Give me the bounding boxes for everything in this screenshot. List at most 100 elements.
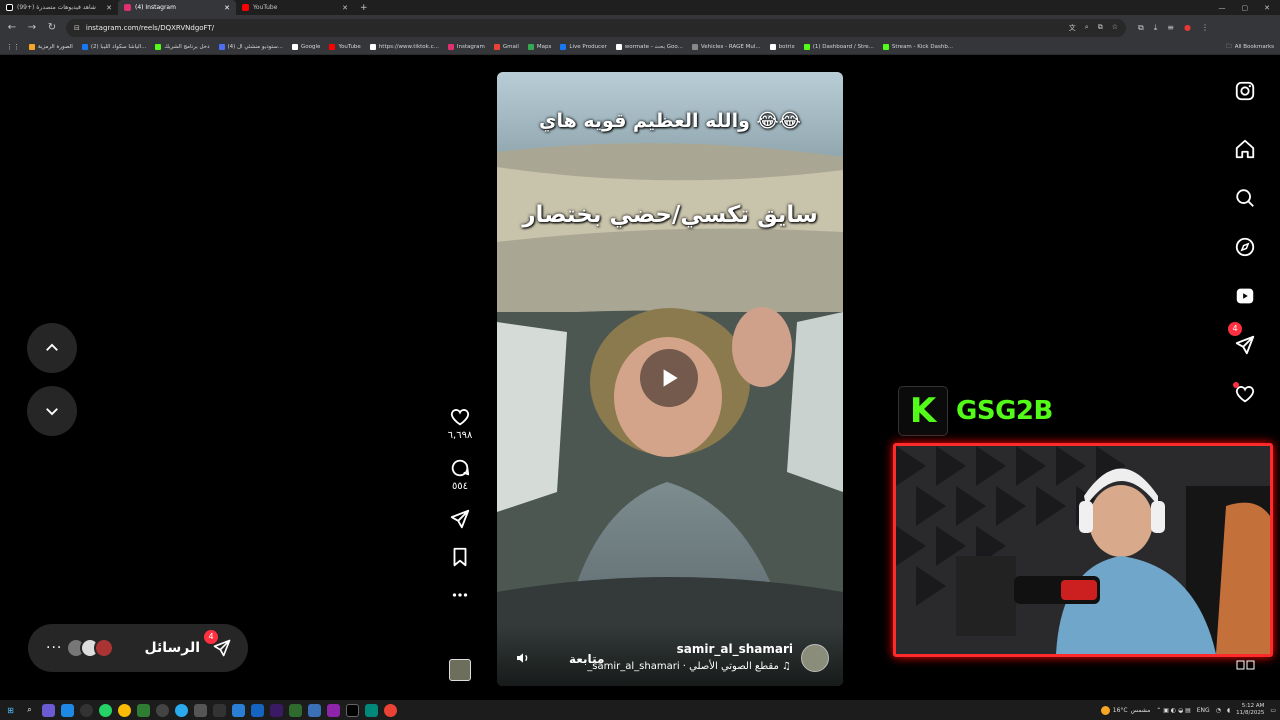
- back-icon[interactable]: ←: [6, 22, 18, 33]
- weather-widget[interactable]: 16°C مشمس: [1100, 705, 1150, 715]
- notification-badge: 4: [204, 630, 218, 644]
- sidebar-item-notifications[interactable]: [1230, 379, 1260, 409]
- app-icon[interactable]: [137, 703, 150, 717]
- bookmark-item[interactable]: (2) الياشا سكواد الليبا...: [81, 44, 146, 50]
- bookmark-favicon-icon: [527, 44, 534, 50]
- instagram-logo[interactable]: [1230, 76, 1260, 106]
- bookmark-item[interactable]: (4) ستوديو منشئي ال...: [218, 44, 283, 50]
- volume-icon[interactable]: ◖: [1227, 707, 1230, 714]
- app-icon[interactable]: [42, 703, 55, 717]
- chrome-icon[interactable]: [384, 703, 397, 717]
- new-tab-button[interactable]: +: [354, 3, 374, 13]
- share-action[interactable]: [442, 508, 478, 530]
- bookmark-item[interactable]: Maps: [527, 44, 551, 50]
- close-tab-icon[interactable]: ✕: [106, 4, 112, 12]
- close-tab-icon[interactable]: ✕: [342, 4, 348, 12]
- search-icon[interactable]: ⌕: [23, 704, 36, 717]
- folder-icon: 🗀: [1226, 43, 1232, 50]
- minimize-icon[interactable]: —: [1219, 4, 1226, 12]
- bookmark-item[interactable]: wormate - بحث Goo...: [615, 44, 683, 50]
- bookmark-item[interactable]: Stream - Kick Dashb...: [882, 44, 953, 50]
- menu-icon[interactable]: ⋮: [1201, 23, 1209, 33]
- app-icon[interactable]: [213, 703, 226, 717]
- tab-search-icon[interactable]: ≡: [1167, 23, 1174, 33]
- premiere-icon[interactable]: [270, 703, 283, 717]
- app-icon[interactable]: [251, 703, 264, 717]
- maximize-icon[interactable]: ▢: [1242, 4, 1249, 12]
- app-icon[interactable]: [61, 703, 74, 717]
- app-icon[interactable]: [289, 703, 302, 717]
- more-options[interactable]: [442, 584, 478, 606]
- sidebar-item-messages[interactable]: 4: [1228, 322, 1260, 360]
- bookmark-item[interactable]: YouTube: [329, 44, 361, 50]
- bookmark-item[interactable]: Vehicles - RAGE Mul...: [691, 44, 761, 50]
- app-icon[interactable]: [80, 703, 93, 717]
- bookmark-item[interactable]: الصورة الرمزية: [29, 44, 73, 50]
- previous-reel-button[interactable]: [27, 323, 77, 373]
- close-window-icon[interactable]: ✕: [1264, 4, 1270, 12]
- play-button[interactable]: [640, 349, 698, 407]
- downloads-icon[interactable]: ⤓: [1154, 23, 1158, 33]
- bookmark-item[interactable]: botrix: [769, 44, 795, 50]
- apps-icon[interactable]: ⋮⋮: [6, 43, 20, 51]
- bookmark-item[interactable]: (1) Dashboard / Stre...: [803, 44, 874, 50]
- app-icon[interactable]: [156, 703, 169, 717]
- app-icon[interactable]: [308, 703, 321, 717]
- bookmark-item[interactable]: Gmail: [493, 44, 519, 50]
- forward-icon[interactable]: →: [26, 22, 38, 33]
- all-bookmarks[interactable]: 🗀 All Bookmarks: [1226, 43, 1274, 52]
- address-bar[interactable]: ⊟ instagram.com/reels/DQXRVNdgoFT/ 文 ⌕ ⧉…: [66, 18, 1126, 37]
- tab-instagram[interactable]: (4) Instagram ✕: [118, 0, 236, 15]
- sidebar-item-search[interactable]: [1230, 183, 1260, 213]
- tab-tiktok[interactable]: (99+) شاهد فيديوهات متصدرة ✕: [0, 0, 118, 15]
- whatsapp-icon[interactable]: [99, 703, 112, 717]
- tray-icons[interactable]: ⌃ ▣ ◐ ◒ ▤: [1156, 707, 1190, 714]
- reel-audio-text[interactable]: ♫ مقطع الصوتي الأصلي · samir_al_shamari_: [587, 661, 791, 672]
- instagram-icon: [124, 4, 131, 11]
- clock[interactable]: 5:12 AM 11/8/2025: [1236, 703, 1264, 717]
- bookmark-favicon-icon: [493, 44, 500, 50]
- windows-start-icon[interactable]: ⊞: [4, 704, 17, 717]
- sidebar-item-explore[interactable]: [1230, 232, 1260, 262]
- app-icon[interactable]: [194, 703, 207, 717]
- bookmark-item[interactable]: https://www.tiktok.c...: [369, 44, 439, 50]
- translate-icon[interactable]: 文: [1069, 23, 1076, 33]
- profile-icon[interactable]: ●: [1184, 23, 1191, 33]
- audio-thumbnail[interactable]: [449, 659, 471, 681]
- app-icon[interactable]: [365, 703, 378, 717]
- bookmark-item[interactable]: دخل برنامج الشريك: [155, 44, 210, 50]
- messages-pill[interactable]: ··· الرسائل 4: [28, 624, 248, 672]
- reel-actions: ٦,٦٩٨ ٥٥٤: [442, 406, 478, 622]
- comment-action[interactable]: ٥٥٤: [442, 457, 478, 492]
- network-icon[interactable]: ◔: [1216, 707, 1221, 714]
- language-indicator[interactable]: ENG: [1197, 707, 1210, 714]
- extensions-icon[interactable]: ⧉: [1138, 23, 1144, 33]
- save-action[interactable]: [442, 546, 478, 568]
- tiktok-icon[interactable]: [346, 703, 359, 717]
- notifications-icon[interactable]: ▭: [1270, 707, 1276, 714]
- volume-icon[interactable]: [515, 650, 531, 666]
- sidebar-item-home[interactable]: [1230, 134, 1260, 164]
- chevron-down-icon: [46, 408, 58, 416]
- bookmark-item[interactable]: Instagram: [447, 44, 485, 50]
- chrome-icon[interactable]: [118, 703, 131, 717]
- next-reel-button[interactable]: [27, 386, 77, 436]
- like-action[interactable]: ٦,٦٩٨: [442, 406, 478, 441]
- bookmark-item[interactable]: Live Producer: [560, 44, 607, 50]
- reload-icon[interactable]: ↻: [46, 22, 58, 33]
- bookmark-star-icon[interactable]: ☆: [1112, 23, 1118, 33]
- close-tab-icon[interactable]: ✕: [224, 4, 230, 12]
- bookmark-item[interactable]: Google: [292, 44, 320, 50]
- sidebar-item-reels[interactable]: [1230, 281, 1260, 311]
- reel-username[interactable]: samir_al_shamari: [677, 642, 793, 656]
- app-icon[interactable]: [232, 703, 245, 717]
- site-info-icon[interactable]: ⊟: [74, 24, 80, 32]
- app-icon[interactable]: [327, 703, 340, 717]
- share-icon[interactable]: ⧉: [1098, 23, 1103, 33]
- avatar[interactable]: [801, 644, 829, 672]
- theater-mode-icon[interactable]: [1236, 660, 1256, 670]
- zoom-icon[interactable]: ⌕: [1085, 23, 1089, 33]
- reel-video[interactable]: والله العظيم قويه هاي 😂😂 سايق تكسي/حضي ب…: [497, 72, 843, 686]
- telegram-icon[interactable]: [175, 703, 188, 717]
- tab-youtube[interactable]: YouTube ✕: [236, 0, 354, 15]
